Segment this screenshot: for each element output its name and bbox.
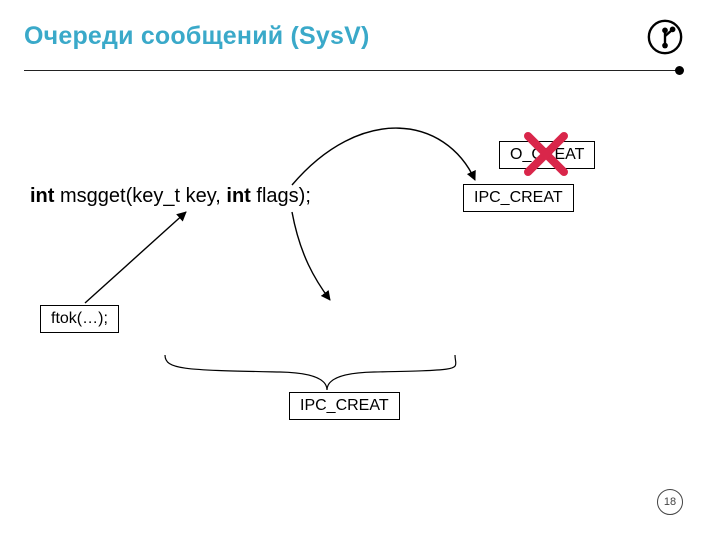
- function-signature: int msgget(key_t key, int flags);: [30, 185, 311, 208]
- page-number: 18: [657, 489, 683, 515]
- ipc-creat-bottom-box: IPC_CREAT: [289, 392, 400, 420]
- divider: [24, 70, 680, 71]
- slide-title: Очереди сообщений (SysV): [24, 22, 370, 51]
- ftok-box: ftok(…);: [40, 305, 119, 333]
- function-name: msgget: [60, 185, 126, 207]
- return-type: int: [30, 185, 54, 207]
- diagram-arrows: [0, 0, 720, 540]
- param1-name: key: [186, 185, 216, 207]
- param2-type: int: [226, 185, 250, 207]
- o-creat-box: O_CREAT: [499, 141, 595, 169]
- ipc-creat-top-box: IPC_CREAT: [463, 184, 574, 212]
- highlight-bar: [145, 302, 577, 334]
- param1-type: key_t: [132, 185, 180, 207]
- divider-dot-icon: [675, 66, 684, 75]
- param2-name: flags: [256, 185, 298, 207]
- logo-icon: [646, 18, 684, 56]
